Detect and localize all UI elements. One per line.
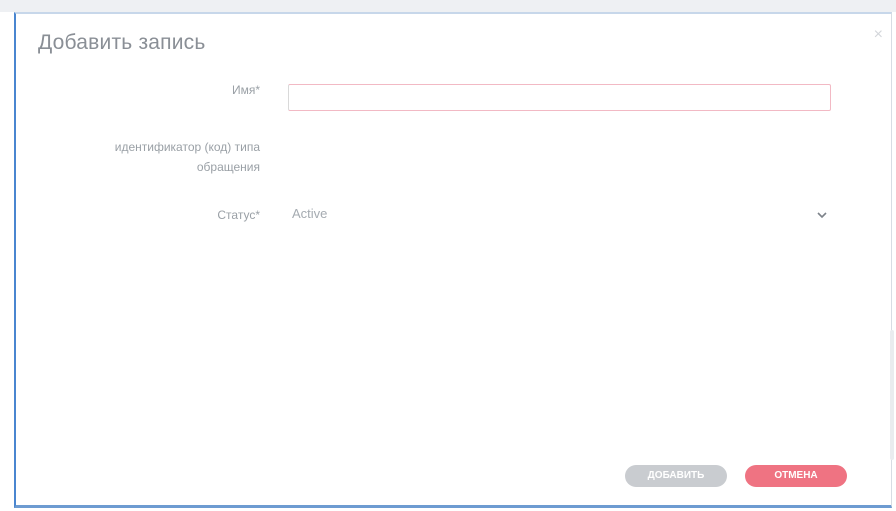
status-label: Статус* xyxy=(217,208,260,222)
dialog-scrollbar[interactable] xyxy=(890,330,894,460)
status-select[interactable]: Active xyxy=(288,202,831,228)
add-button[interactable]: ДОБАВИТЬ xyxy=(625,465,727,487)
status-selected-value: Active xyxy=(292,206,328,221)
cancel-button[interactable]: ОТМЕНА xyxy=(745,465,847,487)
chevron-down-icon[interactable] xyxy=(815,210,829,220)
close-icon[interactable]: × xyxy=(874,27,883,43)
dialog-title: Добавить запись xyxy=(38,31,206,54)
background-app-strip xyxy=(0,0,896,12)
type-id-label-line1: идентификатор (код) типа xyxy=(114,140,260,154)
name-input[interactable] xyxy=(288,84,831,111)
type-id-label: идентификатор (код) типа обращения xyxy=(20,137,260,177)
name-label: Имя* xyxy=(231,83,260,97)
type-id-label-line2: обращения xyxy=(196,160,260,174)
